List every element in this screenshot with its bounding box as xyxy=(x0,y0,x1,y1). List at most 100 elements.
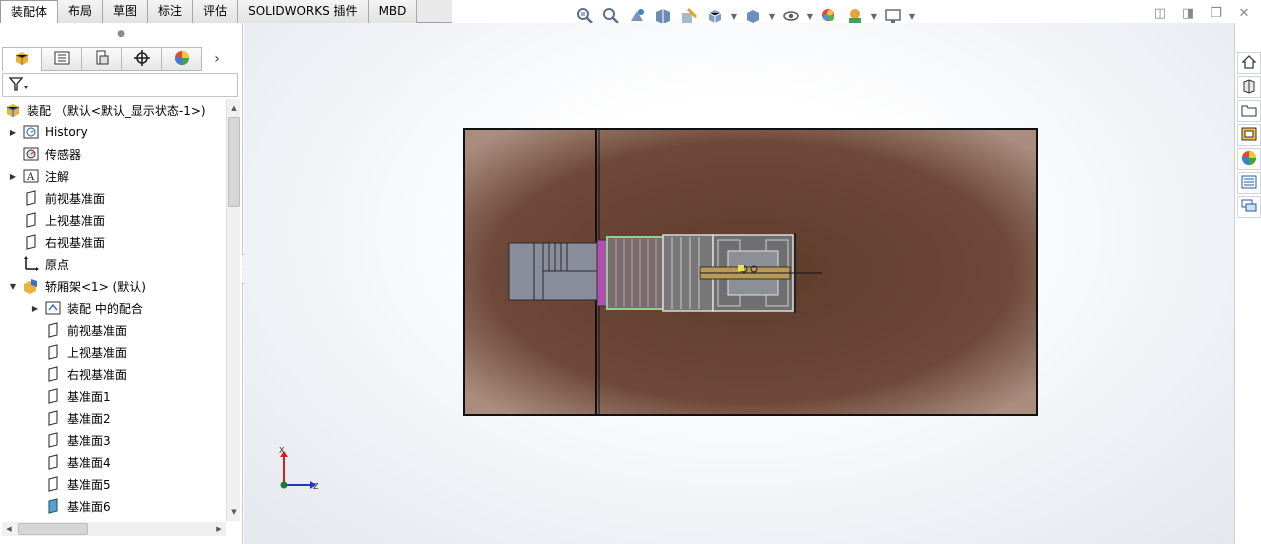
tree-horizontal-scrollbar[interactable]: ◀ ▶ xyxy=(2,522,226,536)
property-manager-icon xyxy=(53,49,71,70)
plane-icon xyxy=(44,409,62,427)
ribbon-tab-2[interactable]: 草图 xyxy=(103,0,149,23)
task-pane-tabs xyxy=(1237,52,1261,218)
tree-item[interactable]: 基准面2 xyxy=(30,407,111,429)
scroll-down-icon[interactable]: ▼ xyxy=(227,505,241,519)
collapse-arrow-icon[interactable]: ▼ xyxy=(8,282,18,291)
feature-manager-icon xyxy=(13,49,31,70)
tree-item[interactable]: 前视基准面 xyxy=(30,319,127,341)
hscroll-thumb[interactable] xyxy=(18,523,88,535)
svg-text:A: A xyxy=(26,172,35,183)
task-pane-design-library[interactable] xyxy=(1237,76,1261,98)
plane-icon xyxy=(44,431,62,449)
tree-item[interactable]: ▼ 轿厢架<1> (默认) xyxy=(8,275,146,297)
tree-item[interactable]: 传感器 xyxy=(8,143,81,165)
tree-item[interactable]: ▶ A 注解 xyxy=(8,165,69,187)
triad-x-label: X xyxy=(279,446,285,455)
tree-item-label: 基准面3 xyxy=(67,433,111,448)
ribbon-tab-1[interactable]: 布局 xyxy=(58,0,104,23)
tree-item[interactable]: 基准面4 xyxy=(30,451,111,473)
annotation-icon: A xyxy=(22,167,40,185)
file-explorer-icon xyxy=(1241,102,1257,121)
document-window-controls: ◫ ◨ ❐ ✕ xyxy=(1153,6,1251,21)
design-library-icon xyxy=(1241,78,1257,97)
manager-tabs: › xyxy=(2,47,240,71)
expand-arrow-icon[interactable]: ▶ xyxy=(8,172,18,181)
tree-item-label: 基准面6 xyxy=(67,499,111,514)
configuration-manager-tab[interactable] xyxy=(82,47,122,71)
tree-vertical-scrollbar[interactable]: ▲ ▼ xyxy=(226,99,240,521)
scroll-up-icon[interactable]: ▲ xyxy=(227,101,241,115)
model-view: X Z xyxy=(279,128,1038,491)
home-icon xyxy=(1241,54,1257,73)
dimxpert-manager-tab[interactable] xyxy=(122,47,162,71)
task-pane-forum[interactable] xyxy=(1237,196,1261,218)
task-pane-home[interactable] xyxy=(1237,52,1261,74)
green-frame-module xyxy=(606,234,714,312)
panel-grip-icon[interactable]: ● xyxy=(0,23,242,45)
tree-item[interactable]: ▶ History xyxy=(8,121,88,143)
ribbon-tab-6[interactable]: MBD xyxy=(368,0,418,23)
plane-icon xyxy=(22,189,40,207)
display-manager-icon xyxy=(173,49,191,70)
property-manager-tab[interactable] xyxy=(42,47,82,71)
feature-manager-tab[interactable] xyxy=(2,47,42,71)
forum-icon xyxy=(1241,198,1257,217)
expand-panel-icon[interactable]: ◨ xyxy=(1181,6,1195,21)
ribbon-tab-5[interactable]: SOLIDWORKS 插件 xyxy=(238,0,369,23)
tree-item-label: 上视基准面 xyxy=(67,345,128,360)
feature-manager-panel: ● › 装配 （默认<默认_显示状态-1>) ▶ History 传感器 ▶ A 注解前视基… xyxy=(0,23,243,544)
ribbon-tab-0[interactable]: 装配体 xyxy=(0,0,59,24)
dimxpert-manager-icon xyxy=(133,49,151,70)
plane-icon xyxy=(44,453,62,471)
collapse-panel-icon[interactable]: ◫ xyxy=(1153,6,1167,21)
coordinate-triad: X Z xyxy=(279,446,319,491)
tree-item[interactable]: 上视基准面 xyxy=(30,341,127,363)
tree-item[interactable]: 右视基准面 xyxy=(8,231,105,253)
ribbon-tab-3[interactable]: 标注 xyxy=(148,0,194,23)
task-pane-file-explorer[interactable] xyxy=(1237,100,1261,122)
task-pane-appearances[interactable] xyxy=(1237,148,1261,170)
task-pane-custom-properties[interactable] xyxy=(1237,172,1261,194)
history-icon xyxy=(22,123,40,141)
plane-icon xyxy=(44,475,62,493)
scroll-right-icon[interactable]: ▶ xyxy=(212,522,226,536)
graphics-area[interactable]: X Z xyxy=(244,23,1234,544)
tree-item[interactable]: 右视基准面 xyxy=(30,363,127,385)
tree-item-label: 传感器 xyxy=(45,147,82,162)
tree-item[interactable]: 上视基准面 xyxy=(8,209,105,231)
tree-item-label: 注解 xyxy=(45,169,70,184)
tree-item[interactable]: 原点 xyxy=(8,253,69,275)
mates-icon xyxy=(44,299,62,317)
tree-item-label: History xyxy=(45,125,88,139)
tree-item[interactable]: 基准面1 xyxy=(30,385,111,407)
tree-item[interactable]: 前视基准面 xyxy=(8,187,105,209)
restore-window-icon[interactable]: ❐ xyxy=(1209,6,1223,21)
tree-item[interactable]: 基准面6 xyxy=(30,495,111,517)
more-tabs-arrow-icon[interactable]: › xyxy=(202,47,232,71)
task-pane-view-palette[interactable] xyxy=(1237,124,1261,146)
scroll-thumb[interactable] xyxy=(228,117,240,207)
display-manager-tab[interactable] xyxy=(162,47,202,71)
command-manager-tabs: 装配体 布局 草图 标注 评估 SOLIDWORKS 插件 MBD xyxy=(0,0,452,24)
scroll-left-icon[interactable]: ◀ xyxy=(2,522,16,536)
close-window-icon[interactable]: ✕ xyxy=(1237,6,1251,21)
tree-filter[interactable] xyxy=(2,73,238,97)
tree-item-label: 装配 （默认<默认_显示状态-1>) xyxy=(27,103,206,118)
expand-arrow-icon[interactable]: ▶ xyxy=(8,128,18,137)
tree-item[interactable]: 基准面3 xyxy=(30,429,111,451)
tree-item[interactable]: 装配 （默认<默认_显示状态-1>) xyxy=(4,99,206,121)
tree-item-label: 轿厢架<1> (默认) xyxy=(45,279,146,294)
view-palette-icon xyxy=(1241,126,1257,145)
plane-icon xyxy=(22,211,40,229)
tree-item[interactable]: 基准面5 xyxy=(30,473,111,495)
tree-item-label: 基准面2 xyxy=(67,411,111,426)
expand-arrow-icon[interactable]: ▶ xyxy=(30,304,40,313)
plane-icon xyxy=(44,343,62,361)
tree-item-label: 基准面1 xyxy=(67,389,111,404)
tree-item-label: 前视基准面 xyxy=(67,323,128,338)
appearances-icon xyxy=(1241,150,1257,169)
tree-item[interactable]: ▶ 装配 中的配合 xyxy=(30,297,143,319)
plane-icon xyxy=(44,365,62,383)
ribbon-tab-4[interactable]: 评估 xyxy=(193,0,239,23)
